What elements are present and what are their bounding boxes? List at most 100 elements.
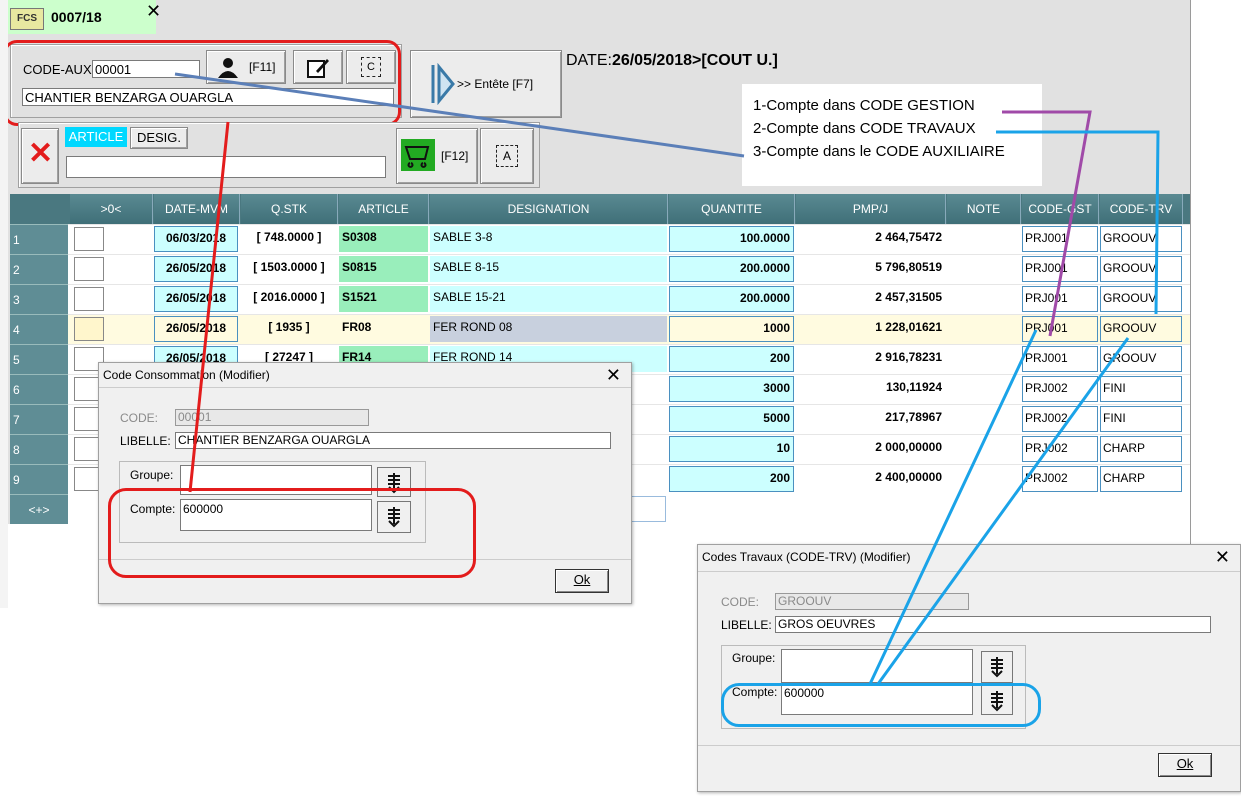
code-trv-cell[interactable]: GROOUV [1100,316,1182,342]
col-header-designation[interactable]: DESIGNATION [430,194,668,224]
trv-libelle-label: LIBELLE: [721,618,772,632]
code-trv-cell[interactable]: GROOUV [1100,226,1182,252]
note-cell[interactable] [947,226,1020,252]
article-cell[interactable]: S0815 [339,256,428,282]
quantite-cell[interactable]: 5000 [669,406,794,432]
note-cell[interactable] [947,256,1020,282]
quantite-cell[interactable]: 200 [669,346,794,372]
tab-desig[interactable]: DESIG. [130,127,188,149]
dialog-conso-close-icon[interactable]: ✕ [606,365,621,386]
cart-button[interactable]: [F12] [396,128,478,184]
note-cell[interactable] [947,346,1020,372]
col-header-code-gst[interactable]: CODE-GST [1022,194,1099,224]
trv-groupe-dropdown-icon[interactable] [981,651,1013,683]
article-card-button[interactable]: A [480,128,534,184]
entete-button[interactable]: >> Entête [F7] [410,50,562,118]
note-cell[interactable] [947,376,1020,402]
code-gst-cell[interactable]: PRJ002 [1022,406,1098,432]
document-tab[interactable]: FCS 0007/18 [8,0,156,34]
date-cell[interactable]: 26/05/2018 [154,316,238,342]
col-header-note[interactable]: NOTE [947,194,1021,224]
code-trv-cell[interactable]: FINI [1100,376,1182,402]
code-trv-cell[interactable]: GROOUV [1100,286,1182,312]
qstk-cell: [ 2016.0000 ] [241,286,337,312]
code-gst-cell[interactable]: PRJ001 [1022,286,1098,312]
article-search-input[interactable] [66,156,386,178]
row-number[interactable]: 8 [10,434,68,464]
cancel-button[interactable]: ✕ [21,128,59,184]
note-cell[interactable] [947,316,1020,342]
note-cell[interactable] [947,286,1020,312]
code-gst-cell[interactable]: PRJ001 [1022,256,1098,282]
code-gst-cell[interactable]: PRJ001 [1022,346,1098,372]
quantite-cell[interactable]: 3000 [669,376,794,402]
dialog-codes-travaux: Codes Travaux (CODE-TRV) (Modifier) ✕ CO… [697,544,1241,792]
code-gst-cell[interactable]: PRJ002 [1022,376,1098,402]
row-number[interactable]: 3 [10,284,68,314]
code-trv-cell[interactable]: GROOUV [1100,256,1182,282]
col-header-check[interactable]: >0< [70,194,153,224]
date-cell[interactable]: 26/05/2018 [154,286,238,312]
conso-ok-button[interactable]: Ok [555,569,609,593]
add-row-button[interactable]: <+> [10,494,68,524]
designation-cell[interactable]: SABLE 8-15 [430,256,667,282]
article-cell[interactable]: S1521 [339,286,428,312]
article-cell[interactable]: FR08 [339,316,428,342]
date-cell[interactable]: 06/03/2018 [154,226,238,252]
pmp-cell: 2 916,78231 [796,346,945,372]
article-cell[interactable]: S0308 [339,226,428,252]
quantite-cell[interactable]: 200 [669,466,794,492]
code-trv-cell[interactable]: CHARP [1100,436,1182,462]
trv-ok-button[interactable]: Ok [1158,753,1212,777]
quantite-cell[interactable]: 10 [669,436,794,462]
quantite-cell[interactable]: 200.0000 [669,286,794,312]
row-number[interactable]: 7 [10,404,68,434]
note-cell[interactable] [947,406,1020,432]
row-number[interactable]: 1 [10,224,68,254]
col-header-pmp[interactable]: PMP/J [796,194,946,224]
row-checkbox[interactable] [74,227,104,251]
designation-cell[interactable]: SABLE 3-8 [430,226,667,252]
annotation-line-1: 1-Compte dans CODE GESTION [753,97,975,114]
row-number[interactable]: 2 [10,254,68,284]
code-trv-cell[interactable]: CHARP [1100,466,1182,492]
conso-libelle-label: LIBELLE: [120,434,171,448]
row-checkbox[interactable] [74,287,104,311]
grid-empty-cell[interactable] [628,496,666,522]
row-number[interactable]: 9 [10,464,68,494]
date-cell[interactable]: 26/05/2018 [154,256,238,282]
row-checkbox[interactable] [74,257,104,281]
col-header-date[interactable]: DATE-MVM [154,194,240,224]
close-tab-icon[interactable]: ✕ [146,1,161,22]
col-header-article[interactable]: ARTICLE [339,194,429,224]
note-cell[interactable] [947,436,1020,462]
col-header-code-trv[interactable]: CODE-TRV [1100,194,1183,224]
code-gst-cell[interactable]: PRJ002 [1022,436,1098,462]
conso-libelle-field[interactable]: CHANTIER BENZARGA OUARGLA [175,432,611,449]
annotation-box: 1-Compte dans CODE GESTION 2-Compte dans… [742,84,1042,186]
trv-groupe-field[interactable] [781,649,973,683]
row-number[interactable]: 6 [10,374,68,404]
trv-libelle-field[interactable]: GROS OEUVRES [775,616,1211,633]
dialog-trv-title: Codes Travaux (CODE-TRV) (Modifier) [702,550,911,564]
code-trv-cell[interactable]: FINI [1100,406,1182,432]
quantite-cell[interactable]: 200.0000 [669,256,794,282]
row-number[interactable]: 5 [10,344,68,374]
quantite-cell[interactable]: 1000 [669,316,794,342]
designation-cell[interactable]: FER ROND 08 [430,316,667,342]
dialog-trv-close-icon[interactable]: ✕ [1215,547,1230,568]
col-header-qstk[interactable]: Q.STK [241,194,338,224]
code-gst-cell[interactable]: PRJ002 [1022,466,1098,492]
code-gst-cell[interactable]: PRJ001 [1022,316,1098,342]
row-number[interactable]: 4 [10,314,68,344]
conso-code-label: CODE: [120,411,159,425]
row-checkbox[interactable] [74,317,104,341]
quantite-cell[interactable]: 100.0000 [669,226,794,252]
code-trv-cell[interactable]: GROOUV [1100,346,1182,372]
tab-article[interactable]: ARTICLE [65,127,127,147]
col-header-quantite[interactable]: QUANTITE [669,194,795,224]
designation-cell[interactable]: SABLE 15-21 [430,286,667,312]
cart-icon [401,139,435,171]
note-cell[interactable] [947,466,1020,492]
code-gst-cell[interactable]: PRJ001 [1022,226,1098,252]
